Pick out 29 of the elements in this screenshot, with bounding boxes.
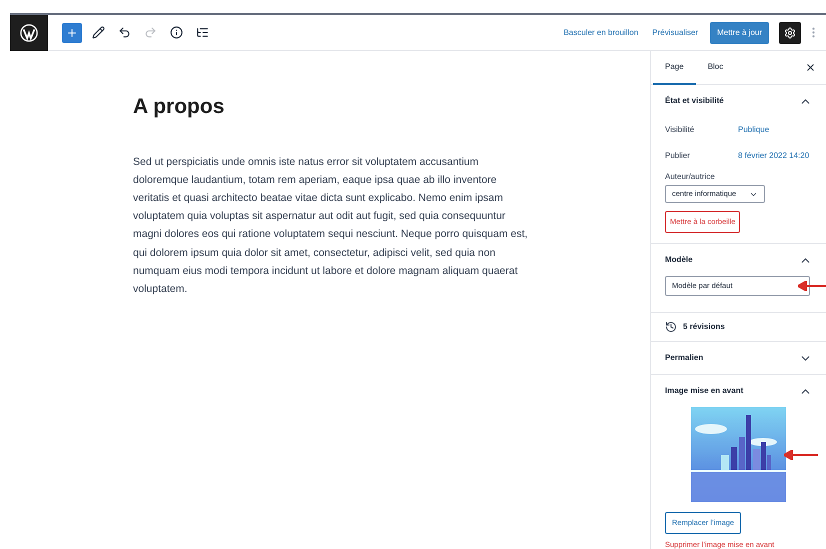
undo-icon [118,26,130,39]
add-block-button[interactable] [62,22,82,42]
field-label: Auteur/autrice [665,171,716,183]
plus-icon [66,26,78,38]
field-label: Publier [665,150,691,162]
gear-icon [784,26,796,38]
settings-button[interactable] [779,22,801,44]
redo-icon [144,26,156,39]
pencil-icon [92,26,104,39]
panel-title: Permalien [665,352,704,364]
sidebar-tab[interactable]: Page [653,50,696,84]
update-button[interactable]: Mettre à jour [710,22,769,44]
preview-link[interactable]: Prévisualiser [652,26,698,38]
info-icon [170,26,182,39]
revisions-link[interactable]: 5 révisions [683,321,725,333]
field-label: Visibilité [665,124,696,136]
page-paragraph[interactable]: Sed ut perspiciatis unde omnis iste natus error sit voluptatem accusantium doloremque laudantium, totam rem aperiam, eaque ipsa quae ab illo inventore veritatis et quasi architecto beatae vitae dicta sunt explicabo. Nemo enim ipsam voluptatem quia voluptas sit aspernatur aut odit aut fugit, sed quia consequuntur magni dolores eos qui ratione voluptatem sequi nesciunt. Neque porro quisquam est, qui dolorem ipsum quia dolor sit amet, consectetur, adipisci velit, sed quia non numquam eius modi tempora incidunt ut labore et dolore magnam aliquam quaerat voluptatem. [133,152,533,298]
page-title[interactable]: A propos [133,91,650,122]
sidebar-tab[interactable]: Bloc [696,50,736,84]
field-link[interactable]: 8 février 2022 14:20 [738,150,810,162]
switch-to-draft-link[interactable]: Basculer en brouillon [564,26,638,38]
panel-title: Image mise en avant [665,385,744,397]
history-icon [665,321,677,333]
field-link[interactable]: Publique [738,124,770,136]
close-icon[interactable] [805,62,816,73]
panel-title: Modèle [665,254,693,266]
wordpress-logo-icon[interactable] [10,14,48,50]
panel-title: État et visibilité [665,95,724,107]
list-icon [196,26,208,39]
